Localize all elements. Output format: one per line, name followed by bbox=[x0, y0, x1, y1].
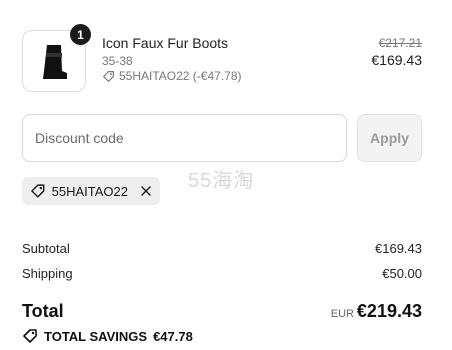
product-name: Icon Faux Fur Boots bbox=[102, 35, 229, 51]
quantity-badge: 1 bbox=[70, 24, 91, 45]
total-label: Total bbox=[22, 301, 64, 321]
product-variant: 35-38 bbox=[102, 54, 133, 68]
product-discount: 55HAITAO22 (-€47.78) bbox=[102, 69, 242, 83]
total-value: €219.43 bbox=[356, 301, 422, 321]
tag-icon bbox=[31, 184, 45, 198]
shipping-label: Shipping bbox=[22, 266, 73, 281]
shipping-value: €50.00 bbox=[382, 266, 422, 281]
tag-icon bbox=[23, 329, 37, 343]
product-discount-text: 55HAITAO22 (-€47.78) bbox=[119, 69, 242, 83]
discounted-price: €169.43 bbox=[371, 52, 422, 68]
original-price: €217.21 bbox=[378, 36, 422, 50]
subtotal-label: Subtotal bbox=[22, 241, 70, 256]
savings-label: TOTAL SAVINGS bbox=[44, 328, 148, 344]
total-savings: TOTAL SAVINGS €47.78 bbox=[22, 328, 193, 344]
applied-code: 55HAITAO22 bbox=[51, 183, 128, 199]
applied-discount-chip: 55HAITAO22 bbox=[22, 177, 160, 205]
remove-discount-icon[interactable] bbox=[140, 185, 152, 197]
apply-button[interactable]: Apply bbox=[357, 114, 422, 162]
tag-icon bbox=[103, 70, 114, 82]
total-currency: EUR bbox=[330, 308, 354, 320]
subtotal-value: €169.43 bbox=[375, 241, 422, 256]
savings-value: €47.78 bbox=[153, 328, 193, 344]
discount-code-input[interactable] bbox=[22, 114, 347, 162]
watermark: 55海淘 bbox=[188, 170, 255, 192]
